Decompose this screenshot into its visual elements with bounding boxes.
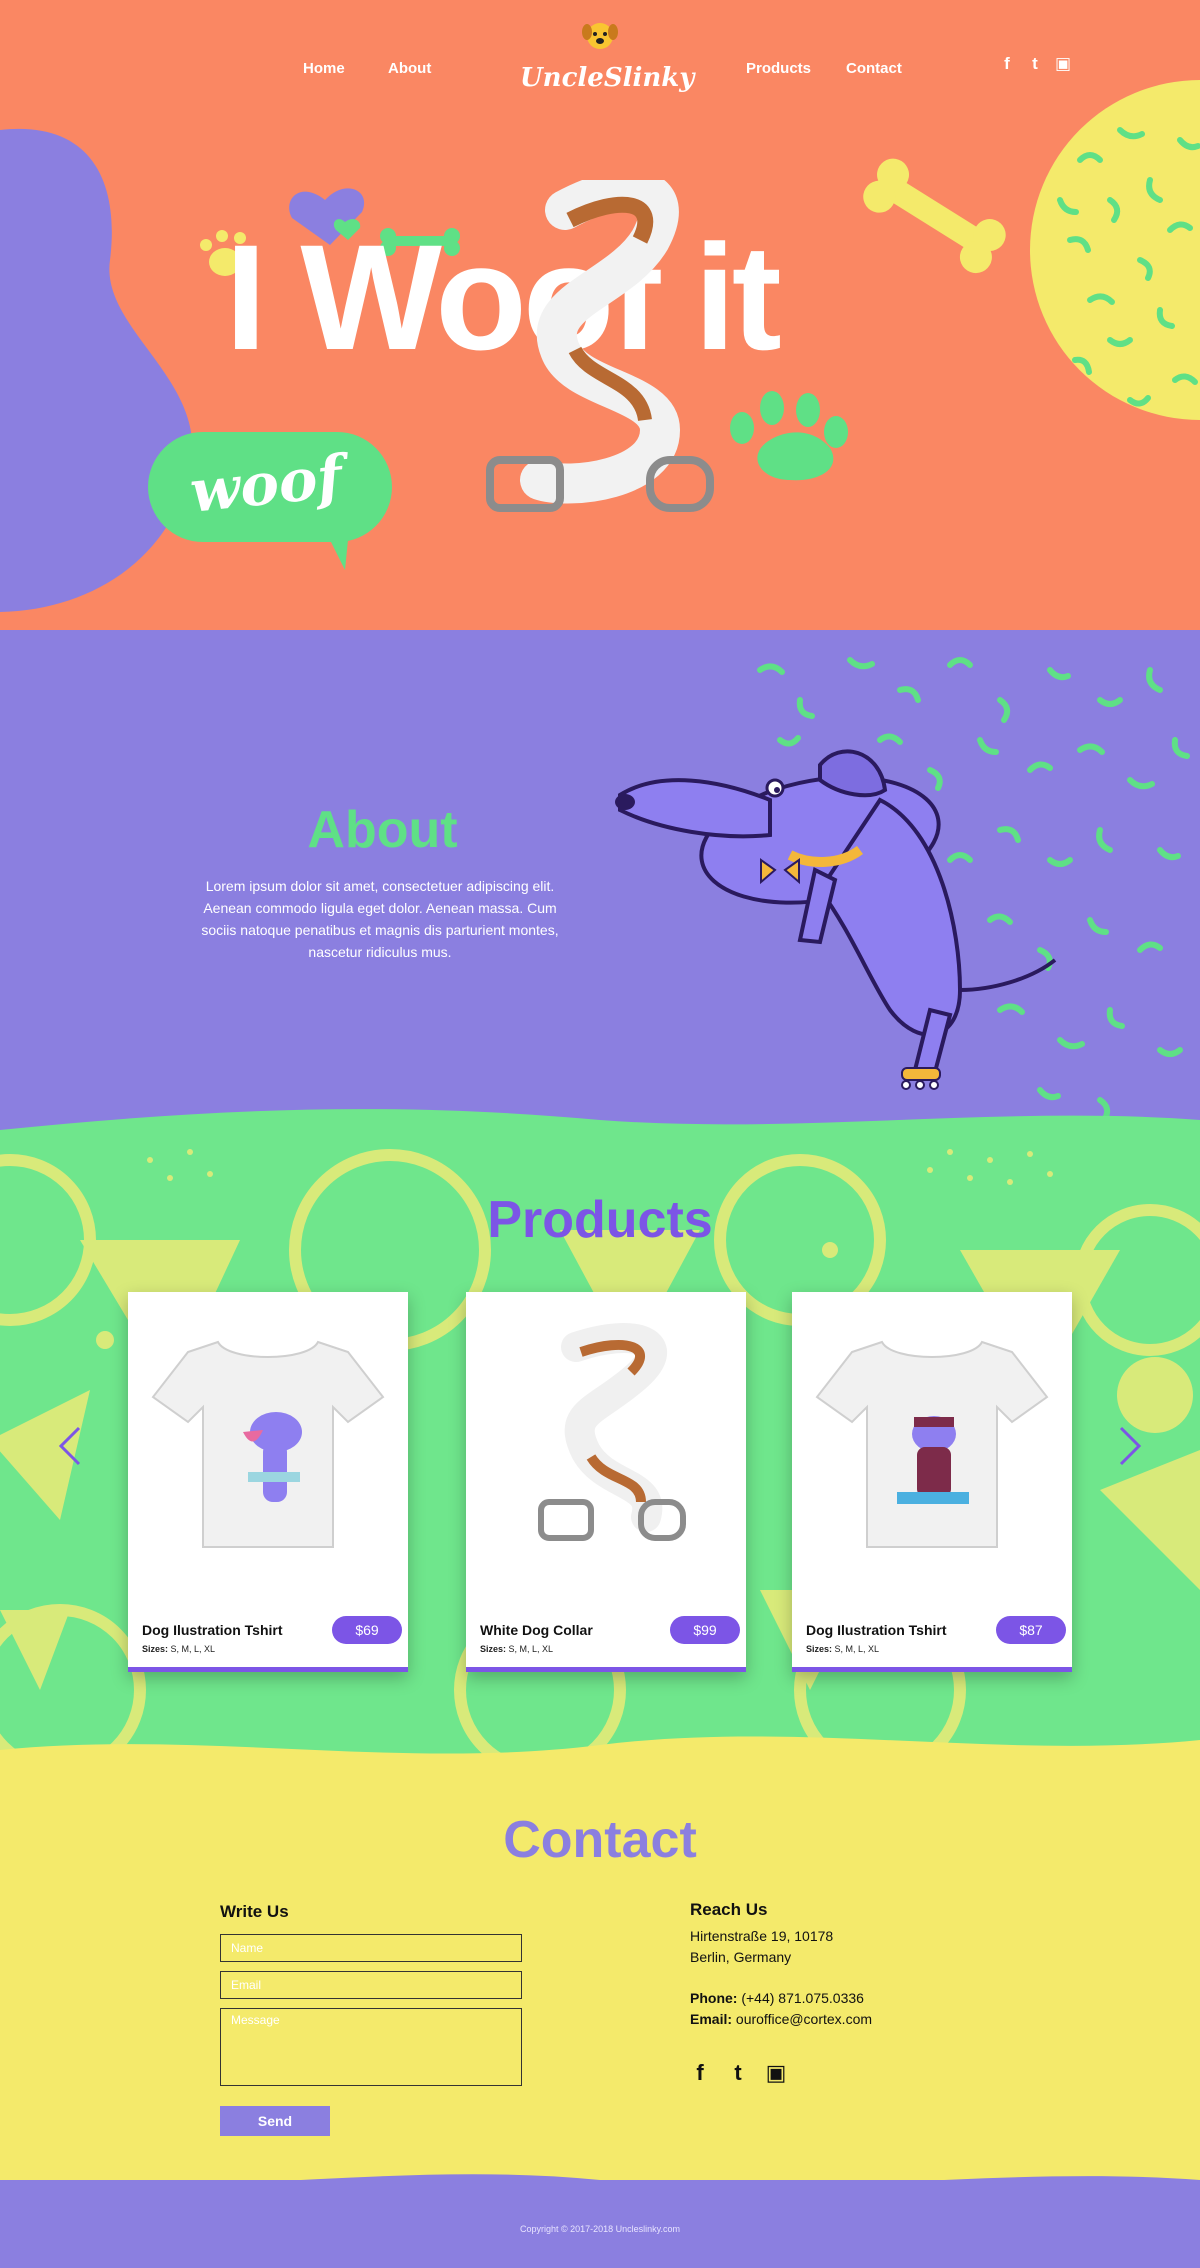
instagram-icon[interactable]: ▣ [764,2060,788,2086]
about-text: Lorem ipsum dolor sit amet, consectetuer… [201,878,559,960]
collar-illustration [486,180,714,512]
dog-face-icon [582,23,618,49]
nav-home[interactable]: Home [303,60,345,77]
send-button[interactable]: Send [220,2106,330,2136]
product-sizes: Sizes: S, M, L, XL [480,1644,554,1654]
product-sizes: Sizes: S, M, L, XL [142,1644,216,1654]
about-decoration [0,657,1200,1150]
reach-us-heading: Reach Us [690,1900,768,1919]
hero-section: woof I Woof it Home About Products Conta… [0,0,1200,700]
product-card[interactable]: White Dog Collar Sizes: S, M, L, XL $99 [466,1292,746,1672]
product-name: Dog Ilustration Tshirt [806,1622,947,1638]
message-field[interactable] [220,2008,522,2086]
product-card[interactable]: Dog Ilustration Tshirt Sizes: S, M, L, X… [792,1292,1072,1672]
products-section: Products Dog Ilustration Tshirt Sizes: S… [0,1130,1200,1780]
copyright: Copyright © 2017-2018 Uncleslinky.com [519,2224,681,2234]
name-field[interactable] [220,1934,522,1962]
nav-contact[interactable]: Contact [846,60,902,77]
price-button[interactable]: $69 [332,1616,402,1644]
tshirt-image [815,1340,1049,1548]
email-line: Email: ouroffice@cortex.com [690,2011,873,2027]
carousel-prev-arrow-icon[interactable] [55,1426,85,1466]
phone-line: Phone: (+44) 871.075.0336 [690,1990,864,2006]
logo[interactable]: UncleSlinky [520,18,695,93]
logo-text: UncleSlinky [520,63,695,93]
product-name: White Dog Collar [480,1622,593,1638]
social-links-top: f t ▣ [998,54,1072,74]
twitter-icon[interactable]: t [726,2060,750,2086]
collar-image [538,1323,686,1541]
twitter-icon[interactable]: t [1026,54,1044,74]
address-line-1: Hirtenstraße 19, 10178 [690,1928,834,1944]
write-us-heading: Write Us [220,1902,289,1921]
address-line-2: Berlin, Germany [690,1949,792,1965]
product-sizes: Sizes: S, M, L, XL [806,1644,880,1654]
about-section: About Lorem ipsum dolor sit amet, consec… [0,630,1200,1150]
product-name: Dog Ilustration Tshirt [142,1622,283,1638]
nav-products[interactable]: Products [746,60,811,77]
carousel-next-arrow-icon[interactable] [1115,1426,1145,1466]
nav-about[interactable]: About [388,60,431,77]
product-card[interactable]: Dog Ilustration Tshirt Sizes: S, M, L, X… [128,1292,408,1672]
main-nav: Home About Products Contact UncleSlinky … [0,0,1200,130]
facebook-icon[interactable]: f [998,54,1016,74]
about-title: About [307,801,458,859]
social-links-bottom: f t ▣ [688,2060,788,2086]
facebook-icon[interactable]: f [688,2060,712,2086]
price-button[interactable]: $87 [996,1616,1066,1644]
price-button[interactable]: $99 [670,1616,740,1644]
instagram-icon[interactable]: ▣ [1054,54,1072,74]
contact-title: Contact [503,1811,697,1869]
email-field[interactable] [220,1971,522,1999]
tshirt-image [151,1340,385,1548]
contact-section: Contact Write Us Send Reach Us Hirtenstr… [0,1760,1200,2210]
products-title: Products [487,1191,713,1249]
